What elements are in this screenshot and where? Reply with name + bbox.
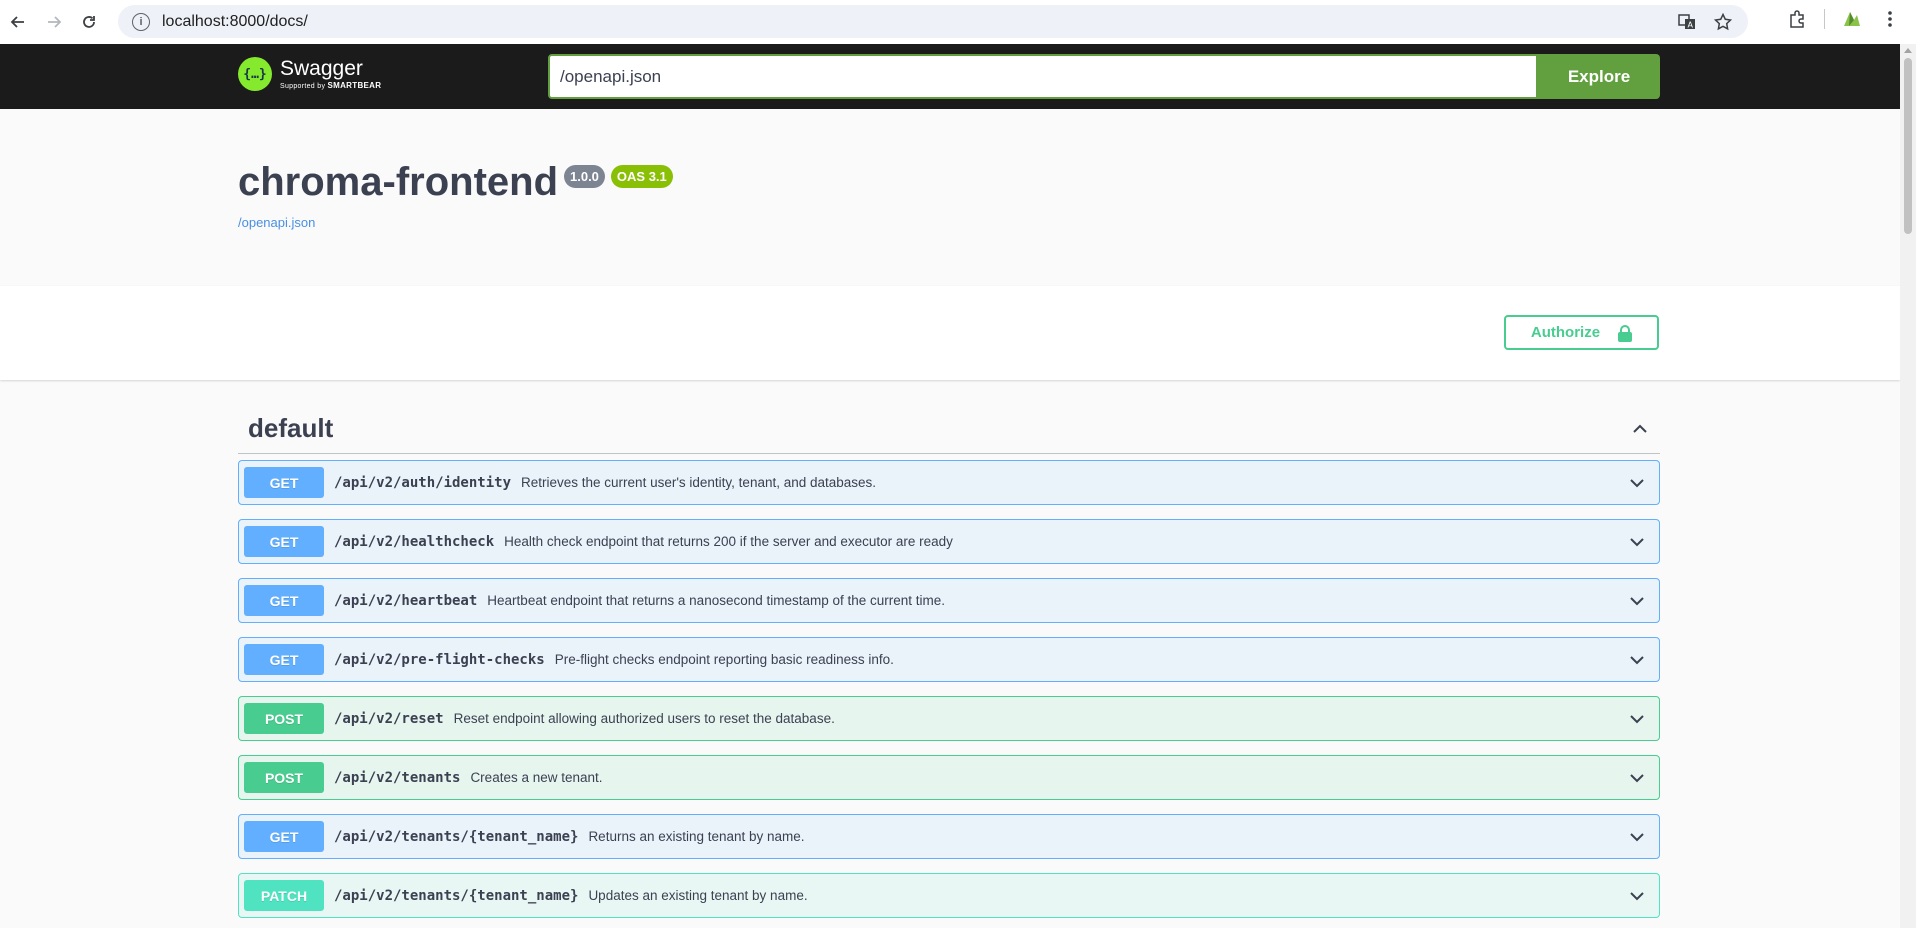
operation-row[interactable]: GET /api/v2/heartbeat Heartbeat endpoint… <box>238 578 1660 623</box>
scrollbar-thumb[interactable] <box>1904 58 1912 234</box>
operation-row[interactable]: PATCH /api/v2/tenants/{tenant_name} Upda… <box>238 873 1660 918</box>
operation-path: /api/v2/reset <box>334 710 444 727</box>
method-badge: POST <box>244 703 324 734</box>
spec-url-input[interactable]: /openapi.json <box>548 54 1538 99</box>
operation-path: /api/v2/healthcheck <box>334 533 495 550</box>
method-badge: POST <box>244 762 324 793</box>
operation-path: /api/v2/pre-flight-checks <box>334 651 545 668</box>
expand-caret-icon[interactable] <box>1627 532 1647 552</box>
operation-row[interactable]: GET /api/v2/pre-flight-checks Pre-flight… <box>238 637 1660 682</box>
logo-sub-prefix: Supported by <box>280 83 328 90</box>
operation-summary: Creates a new tenant. <box>470 770 603 785</box>
menu-kebab-icon[interactable] <box>1879 8 1901 30</box>
operation-path: /api/v2/tenants/{tenant_name} <box>334 887 579 904</box>
operation-path: /api/v2/tenants <box>334 769 461 786</box>
page-scrollbar[interactable] <box>1900 44 1916 928</box>
logo-subtitle: Supported by SMARTBEAR <box>280 81 381 90</box>
method-badge: GET <box>244 644 324 675</box>
authorize-button[interactable]: Authorize <box>1504 315 1659 350</box>
operation-row[interactable]: GET /api/v2/healthcheck Health check end… <box>238 519 1660 564</box>
swagger-logo[interactable]: {…} Swagger Supported by SMARTBEAR <box>238 57 381 91</box>
address-url[interactable]: localhost:8000/docs/ <box>162 13 308 31</box>
method-badge: PATCH <box>244 880 324 911</box>
toolbar-divider <box>1824 9 1825 29</box>
expand-caret-icon[interactable] <box>1627 591 1647 611</box>
operation-summary: Returns an existing tenant by name. <box>588 829 805 844</box>
swagger-topbar: {…} Swagger Supported by SMARTBEAR /open… <box>0 44 1900 109</box>
method-badge: GET <box>244 526 324 557</box>
api-info: chroma-frontend 1.0.0 OAS 3.1 /openapi.j… <box>238 160 673 230</box>
operation-summary: Reset endpoint allowing authorized users… <box>453 711 835 726</box>
authorize-label: Authorize <box>1530 324 1601 341</box>
expand-caret-icon[interactable] <box>1627 827 1647 847</box>
operation-summary: Pre-flight checks endpoint reporting bas… <box>554 652 894 667</box>
method-badge: GET <box>244 467 324 498</box>
svg-text:A: A <box>1688 21 1694 30</box>
expand-caret-icon[interactable] <box>1627 650 1647 670</box>
browser-toolbar: i localhost:8000/docs/ A <box>0 0 1916 44</box>
operation-summary: Updates an existing tenant by name. <box>588 888 808 903</box>
operation-path: /api/v2/auth/identity <box>334 474 512 491</box>
operation-row[interactable]: GET /api/v2/auth/identity Retrieves the … <box>238 460 1660 505</box>
operation-summary: Health check endpoint that returns 200 i… <box>504 534 953 549</box>
swagger-logo-icon: {…} <box>238 57 272 91</box>
method-badge: GET <box>244 821 324 852</box>
logo-sub-brand: SMARTBEAR <box>327 81 382 90</box>
oas-badge: OAS 3.1 <box>610 165 673 188</box>
operation-path: /api/v2/heartbeat <box>334 592 478 609</box>
address-bar[interactable]: i localhost:8000/docs/ A <box>118 5 1748 38</box>
site-info-icon[interactable]: i <box>132 12 150 31</box>
page-title: chroma-frontend 1.0.0 OAS 3.1 <box>238 160 673 205</box>
lock-icon <box>1618 324 1633 342</box>
collapse-caret-icon[interactable] <box>1630 419 1650 439</box>
reload-icon[interactable] <box>75 8 103 36</box>
tag-section-default: default GET /api/v2/auth/identity Retrie… <box>238 404 1660 918</box>
spec-link[interactable]: /openapi.json <box>238 215 673 230</box>
profile-avatar-icon[interactable] <box>1841 8 1863 30</box>
back-icon[interactable] <box>4 8 32 36</box>
method-badge: GET <box>244 585 324 616</box>
expand-caret-icon[interactable] <box>1627 768 1647 788</box>
scheme-container: Authorize <box>0 286 1900 380</box>
bookmark-star-icon[interactable] <box>1712 11 1734 33</box>
expand-caret-icon[interactable] <box>1627 473 1647 493</box>
logo-title: Swagger <box>280 57 363 80</box>
version-badge: 1.0.0 <box>564 165 605 188</box>
expand-caret-icon[interactable] <box>1627 886 1647 906</box>
operation-summary: Heartbeat endpoint that returns a nanose… <box>487 593 946 608</box>
operation-summary: Retrieves the current user's identity, t… <box>521 475 877 490</box>
translate-icon[interactable]: A <box>1676 11 1698 33</box>
spec-url-form: /openapi.json Explore <box>548 54 1660 99</box>
operation-row[interactable]: GET /api/v2/tenants/{tenant_name} Return… <box>238 814 1660 859</box>
expand-caret-icon[interactable] <box>1627 709 1647 729</box>
explore-button[interactable]: Explore <box>1538 54 1660 99</box>
scroll-up-arrow-icon[interactable] <box>1904 48 1912 53</box>
extensions-icon[interactable] <box>1786 8 1808 30</box>
forward-icon[interactable] <box>40 8 68 36</box>
operation-row[interactable]: POST /api/v2/tenants Creates a new tenan… <box>238 755 1660 800</box>
api-title: chroma-frontend <box>238 160 558 204</box>
tag-name: default <box>248 413 334 443</box>
operation-row[interactable]: POST /api/v2/reset Reset endpoint allowi… <box>238 696 1660 741</box>
operation-path: /api/v2/tenants/{tenant_name} <box>334 828 579 845</box>
tag-header[interactable]: default <box>238 404 1660 454</box>
